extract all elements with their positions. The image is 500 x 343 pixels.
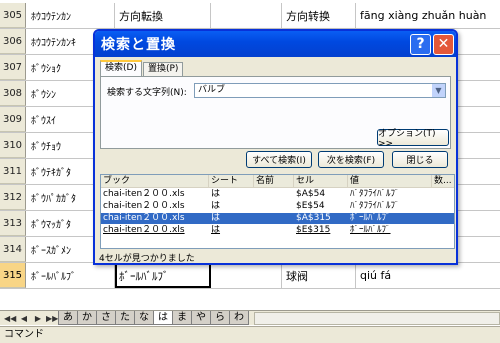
find-next-button[interactable]: 次を検索(F)	[318, 151, 384, 168]
search-label: 検索する文字列(N):	[107, 88, 187, 98]
horizontal-scrollbar[interactable]	[254, 311, 500, 325]
sheet-nav-button[interactable]: ◀◀	[4, 313, 16, 324]
col-header-value[interactable]: 値	[348, 175, 432, 188]
cell-b[interactable]: 方向転換	[115, 3, 211, 28]
sheet-tab[interactable]: ら	[210, 311, 230, 325]
result-cell: $A$315	[296, 213, 331, 223]
dialog-title: 検索と置換	[101, 37, 176, 53]
row-header[interactable]: 305	[0, 3, 26, 28]
dialog-status: 4セルが見つかりました	[99, 254, 195, 264]
find-all-button[interactable]: すべて検索(I)	[246, 151, 312, 168]
row-header[interactable]: 314	[0, 237, 26, 262]
row-header[interactable]: 312	[0, 185, 26, 210]
row-header[interactable]: 306	[0, 29, 26, 54]
sheet-nav-button[interactable]: ▶▶	[46, 313, 58, 324]
dialog-tabs: 検索(D) 置換(P)	[100, 60, 184, 76]
find-replace-dialog: 検索と置換 ? ✕ 検索(D) 置換(P) 検索する文字列(N): バルブ ▼ …	[93, 29, 458, 265]
sheet-tab[interactable]: な	[134, 311, 154, 325]
cell-d[interactable]: 方向转换	[282, 3, 356, 28]
sheet-row: 305 ﾎｳｺｳﾃﾝｶﾝ 方向転換 方向转换 fāng xiàng zhuǎn huàn	[0, 3, 500, 29]
result-cell: $E$54	[296, 201, 325, 211]
result-cell: $A$54	[296, 189, 326, 199]
cell-c[interactable]	[211, 3, 282, 28]
result-row[interactable]: chai-iten２００.xls は $A$315 ﾎﾞｰﾙﾊﾞﾙﾌﾞ	[101, 213, 454, 224]
result-value: ﾊﾞﾀﾌﾗｲﾊﾞﾙﾌﾞ	[350, 201, 400, 211]
col-header-sheet[interactable]: シート	[209, 175, 254, 188]
sheet-tabs: あかさたなはまやらわ	[58, 311, 249, 325]
status-bar: コマンド	[0, 326, 500, 343]
tab-find[interactable]: 検索(D)	[100, 60, 142, 76]
chevron-down-icon[interactable]: ▼	[432, 84, 445, 97]
sheet-tab[interactable]: あ	[58, 311, 78, 325]
tab-replace[interactable]: 置換(P)	[142, 62, 184, 76]
sheet-tab[interactable]: や	[191, 311, 211, 325]
col-header-cell[interactable]: セル	[294, 175, 348, 188]
col-header-book[interactable]: ブック	[101, 175, 209, 188]
sheet-tab[interactable]: わ	[229, 311, 249, 325]
col-header-formula[interactable]: 数...	[432, 175, 454, 188]
sheet-nav-button[interactable]: ◀	[18, 313, 30, 324]
sheet-tab[interactable]: ま	[172, 311, 192, 325]
result-sheet: は	[211, 213, 221, 223]
result-sheet: は	[211, 201, 221, 211]
result-sheet: は	[211, 189, 221, 199]
result-row[interactable]: chai-iten２００.xls は $A$54 ﾊﾞﾀﾌﾗｲﾊﾞﾙﾌﾞ	[101, 189, 454, 200]
sheet-tab[interactable]: か	[77, 311, 97, 325]
result-row[interactable]: chai-iten２００.xls は $E$315 ﾎﾞｰﾙﾊﾞﾙﾌﾞ	[101, 225, 454, 236]
sheet-nav-buttons: ◀◀ ◀ ▶ ▶▶	[0, 313, 58, 324]
cell-e[interactable]: qiú fá	[356, 263, 500, 288]
result-row[interactable]: chai-iten２００.xls は $E$54 ﾊﾞﾀﾌﾗｲﾊﾞﾙﾌﾞ	[101, 201, 454, 212]
dialog-title-bar[interactable]: 検索と置換 ? ✕	[95, 31, 456, 57]
search-input[interactable]: バルブ ▼	[194, 83, 446, 98]
row-header[interactable]: 313	[0, 211, 26, 236]
cell-e[interactable]: fāng xiàng zhuǎn huàn	[356, 3, 500, 28]
close-button[interactable]: 閉じる	[392, 151, 448, 168]
result-book: chai-iten２００.xls	[103, 213, 185, 223]
col-header-name[interactable]: 名前	[254, 175, 294, 188]
cell-d[interactable]: 球阀	[282, 263, 356, 288]
cell-b[interactable]: ﾎﾞｰﾙﾊﾞﾙﾌﾞ	[115, 263, 211, 288]
row-header[interactable]: 315	[0, 263, 26, 288]
search-value: バルブ	[198, 85, 226, 95]
result-cell: $E$315	[296, 225, 331, 235]
sheet-tab[interactable]: さ	[96, 311, 116, 325]
cell-c[interactable]	[211, 263, 282, 288]
row-header[interactable]: 310	[0, 133, 26, 158]
help-button[interactable]: ?	[410, 33, 431, 55]
result-book: chai-iten２００.xls	[103, 225, 185, 235]
sheet-nav-button[interactable]: ▶	[32, 313, 44, 324]
row-header[interactable]: 308	[0, 81, 26, 106]
options-button[interactable]: オプション(T) >>	[377, 129, 449, 149]
cell-a[interactable]: ﾎｳｺｳﾃﾝｶﾝ	[27, 3, 115, 28]
sheet-tab[interactable]: は	[153, 311, 173, 325]
results-list[interactable]: ブック シート 名前 セル 値 数... chai-iten２００.xls は $A…	[100, 174, 455, 249]
find-panel: 検索する文字列(N): バルブ ▼ オプション(T) >>	[100, 76, 451, 149]
result-book: chai-iten２００.xls	[103, 189, 185, 199]
row-header[interactable]: 307	[0, 55, 26, 80]
sheet-row: 315 ﾎﾞｰﾙﾊﾞﾙﾌﾞ ﾎﾞｰﾙﾊﾞﾙﾌﾞ 球阀 qiú fá	[0, 263, 500, 289]
sheet-tab-bar: ◀◀ ◀ ▶ ▶▶ あかさたなはまやらわ	[0, 310, 500, 325]
cell-a[interactable]: ﾎﾞｰﾙﾊﾞﾙﾌﾞ	[27, 263, 115, 288]
close-window-button[interactable]: ✕	[433, 33, 454, 55]
result-value: ﾊﾞﾀﾌﾗｲﾊﾞﾙﾌﾞ	[350, 189, 400, 199]
results-header: ブック シート 名前 セル 値 数...	[101, 175, 454, 188]
row-header[interactable]: 311	[0, 159, 26, 184]
result-value: ﾎﾞｰﾙﾊﾞﾙﾌﾞ	[350, 225, 391, 235]
sheet-tab[interactable]: た	[115, 311, 135, 325]
result-book: chai-iten２００.xls	[103, 201, 185, 211]
row-header[interactable]: 309	[0, 107, 26, 132]
result-value: ﾎﾞｰﾙﾊﾞﾙﾌﾞ	[350, 213, 391, 223]
status-text: コマンド	[4, 329, 44, 340]
result-sheet: は	[211, 225, 221, 235]
